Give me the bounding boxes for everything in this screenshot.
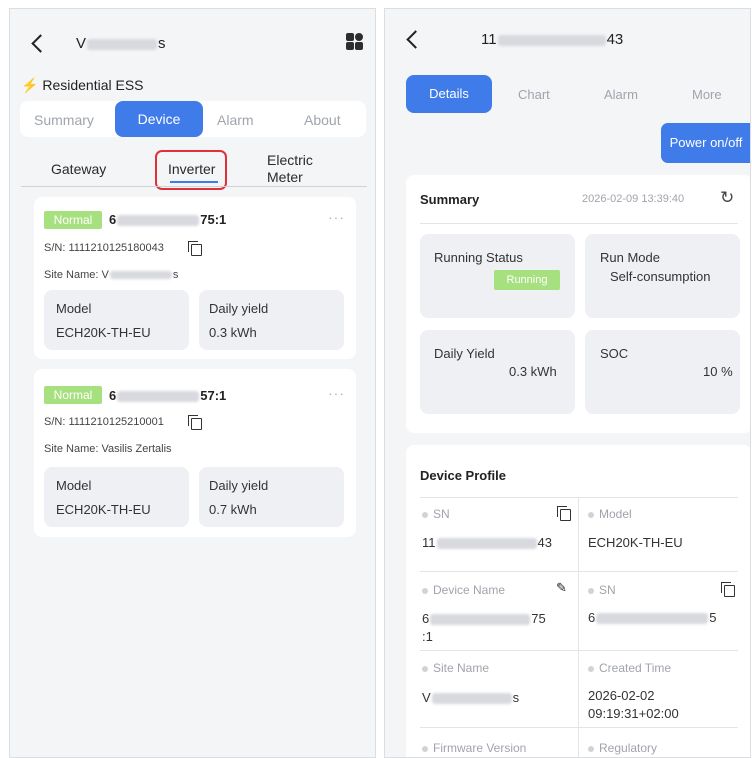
device-profile-title: Device Profile — [420, 468, 506, 483]
tab-more[interactable]: More — [692, 87, 722, 102]
model-value: ECH20K-TH-EU — [588, 535, 683, 550]
summary-divider — [420, 223, 738, 224]
sn-value: 11 43 — [422, 535, 552, 550]
tab-summary[interactable]: Summary — [34, 112, 94, 128]
tab-alarm[interactable]: Alarm — [604, 87, 638, 102]
status-badge: Normal — [44, 211, 102, 229]
device-list-screen: Vs ⚡ Residential ESS Summary Device Alar… — [9, 8, 376, 758]
page-title: Vs — [76, 35, 166, 52]
run-mode-box: Run Mode Self-consumption — [585, 234, 740, 318]
yield-box: Daily yield 0.7 kWh — [199, 467, 344, 527]
site-name: Site Name: Vs — [44, 269, 179, 281]
site-name-value: Vs — [422, 690, 520, 705]
grid-icon[interactable] — [346, 33, 364, 51]
device-name-label: Device Name — [422, 583, 505, 597]
status-badge: Normal — [44, 386, 102, 404]
tab-about[interactable]: About — [304, 112, 341, 128]
created-time-value: 2026-02-02 09:19:31+02:00 — [588, 688, 679, 721]
more-icon[interactable]: ··· — [328, 385, 345, 401]
running-status-badge: Running — [494, 270, 560, 290]
page-title: 11 43 — [481, 31, 624, 48]
subtab-gateway[interactable]: Gateway — [51, 161, 106, 177]
sn2-value: 65 — [588, 610, 717, 625]
tab-device[interactable]: Device — [115, 101, 203, 137]
model-box: Model ECH20K-TH-EU — [44, 467, 189, 527]
firmware-version-label: Firmware Version — [422, 741, 526, 755]
site-name-label: Site Name — [422, 661, 489, 675]
device-profile-card: Device Profile SN 11 43 Model ECH20K-TH-E… — [406, 445, 750, 757]
main-tabs: Summary Device Alarm About — [20, 101, 366, 137]
subtab-inverter[interactable]: Inverter — [168, 161, 215, 177]
back-icon[interactable] — [31, 34, 50, 53]
tab-chart[interactable]: Chart — [518, 87, 550, 102]
back-icon[interactable] — [406, 30, 425, 49]
tab-alarm[interactable]: Alarm — [217, 112, 254, 128]
serial-number: S/N: 1111210125180043 — [44, 242, 164, 254]
copy-icon[interactable] — [557, 506, 571, 521]
running-status-box: Running Status Running — [420, 234, 575, 318]
regulatory-label: Regulatory — [588, 741, 657, 755]
yield-box: Daily yield 0.3 kWh — [199, 290, 344, 350]
device-id: 6 57:1 — [109, 388, 227, 403]
subtab-divider — [21, 186, 367, 187]
power-on-off-button[interactable]: Power on/off — [661, 123, 750, 163]
device-details-screen: 11 43 Details Chart Alarm More Power on/o… — [384, 8, 751, 758]
device-name-value: 6 75 :1 — [422, 611, 546, 644]
device-id: 6 75:1 — [109, 212, 227, 227]
subtab-electric-meter[interactable]: Electric Meter — [267, 152, 313, 186]
created-time-label: Created Time — [588, 661, 671, 675]
serial-number: S/N: 1111210125210001 — [44, 416, 164, 428]
tab-details[interactable]: Details — [406, 75, 492, 113]
summary-title: Summary — [420, 192, 480, 207]
system-label: ⚡ Residential ESS — [21, 77, 144, 93]
copy-icon[interactable] — [188, 241, 202, 256]
subtab-inverter-underline — [170, 181, 218, 183]
sn2-label: SN — [588, 583, 616, 597]
device-card[interactable]: Normal 6 75:1 ··· S/N: 1111210125180043 S… — [34, 197, 356, 359]
summary-card: Summary 2026-02-09 13:39:40 ↻ Running St… — [406, 175, 750, 433]
soc-box: SOC 10 % — [585, 330, 740, 414]
summary-timestamp: 2026-02-09 13:39:40 — [582, 193, 685, 205]
refresh-icon[interactable]: ↻ — [720, 188, 734, 208]
site-name: Site Name: Vasilis Zertalis — [44, 443, 172, 455]
sn-label: SN — [422, 507, 450, 521]
bolt-icon: ⚡ — [21, 77, 39, 93]
edit-icon[interactable]: ✎ — [556, 580, 567, 596]
copy-icon[interactable] — [188, 415, 202, 430]
copy-icon[interactable] — [721, 582, 735, 597]
more-icon[interactable]: ··· — [328, 209, 345, 225]
model-box: Model ECH20K-TH-EU — [44, 290, 189, 350]
device-card[interactable]: Normal 6 57:1 ··· S/N: 1111210125210001 S… — [34, 369, 356, 537]
daily-yield-box: Daily Yield 0.3 kWh — [420, 330, 575, 414]
model-label: Model — [588, 507, 632, 521]
